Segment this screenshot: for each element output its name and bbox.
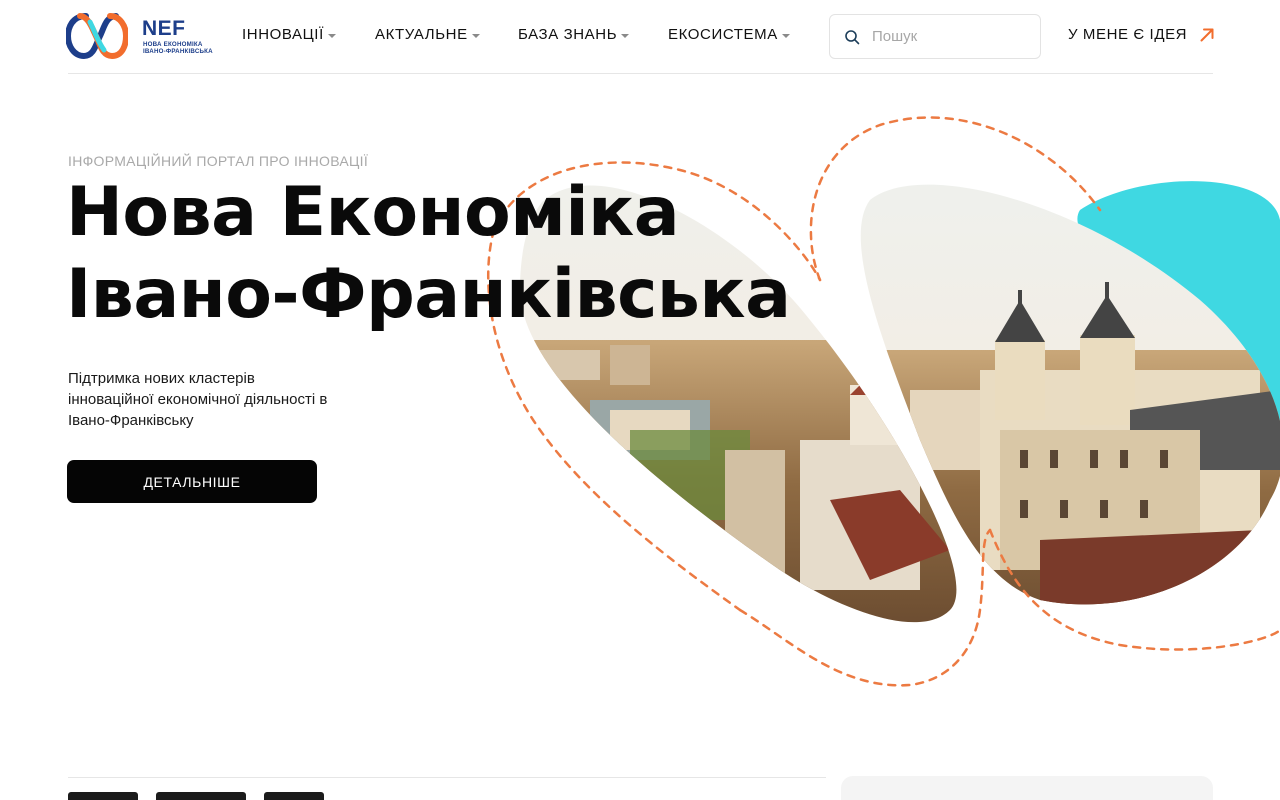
nav-item-ecosystem[interactable]: ЕКОСИСТЕМА: [668, 26, 790, 43]
nav-item-knowledge-base[interactable]: БАЗА ЗНАНЬ: [518, 26, 630, 43]
caret-down-icon: [621, 33, 630, 38]
logo-mark-icon: [66, 13, 128, 60]
caret-down-icon: [327, 33, 336, 38]
section-divider: [68, 777, 826, 778]
idea-link[interactable]: У МЕНЕ Є ІДЕЯ: [1068, 26, 1215, 43]
nav-item-label: ЕКОСИСТЕМА: [668, 26, 778, 43]
arrow-up-right-icon: [1200, 28, 1214, 41]
heading-fragment: [68, 792, 138, 800]
nav-item-label: ІННОВАЦІЇ: [242, 26, 324, 43]
hero-eyebrow: ІНФОРМАЦІЙНИЙ ПОРТАЛ ПРО ІННОВАЦІЇ: [68, 153, 369, 169]
heading-fragment: [264, 792, 324, 800]
heading-fragment: [156, 792, 246, 800]
search-input[interactable]: [872, 28, 1032, 45]
hero-title: Нова Економіка Івано-Франківська: [66, 172, 791, 336]
caret-down-icon: [471, 33, 480, 38]
next-section-heading-peek: [68, 792, 498, 800]
logo-brand: NEF: [142, 17, 186, 40]
logo-subtitle-line1: НОВА ЕКОНОМІКА: [143, 41, 203, 48]
hero-title-line1: Нова Економіка: [66, 173, 680, 252]
header-divider: [68, 73, 1213, 74]
nav-item-innovations[interactable]: ІННОВАЦІЇ: [242, 26, 336, 43]
nav-item-label: БАЗА ЗНАНЬ: [518, 26, 618, 43]
hero-title-line2: Івано-Франківська: [66, 255, 791, 334]
caret-down-icon: [781, 33, 790, 38]
search-box[interactable]: [829, 14, 1041, 59]
logo-subtitle-line2: ІВАНО-ФРАНКІВСЬКА: [143, 48, 213, 55]
nav-item-label: АКТУАЛЬНЕ: [375, 26, 468, 43]
logo[interactable]: NEF НОВА ЕКОНОМІКА ІВАНО-ФРАНКІВСЬКА: [66, 12, 216, 60]
details-button[interactable]: ДЕТАЛЬНІШЕ: [67, 460, 317, 503]
hero-lead: Підтримка нових кластерів інноваційної е…: [68, 370, 328, 429]
nav-item-current[interactable]: АКТУАЛЬНЕ: [375, 26, 480, 43]
search-icon[interactable]: [844, 29, 860, 45]
idea-link-label: У МЕНЕ Є ІДЕЯ: [1068, 26, 1188, 43]
site-header: NEF НОВА ЕКОНОМІКА ІВАНО-ФРАНКІВСЬКА ІНН…: [0, 0, 1280, 74]
sidebar-card: [841, 776, 1213, 800]
logo-subtitle: НОВА ЕКОНОМІКА ІВАНО-ФРАНКІВСЬКА: [143, 41, 213, 55]
